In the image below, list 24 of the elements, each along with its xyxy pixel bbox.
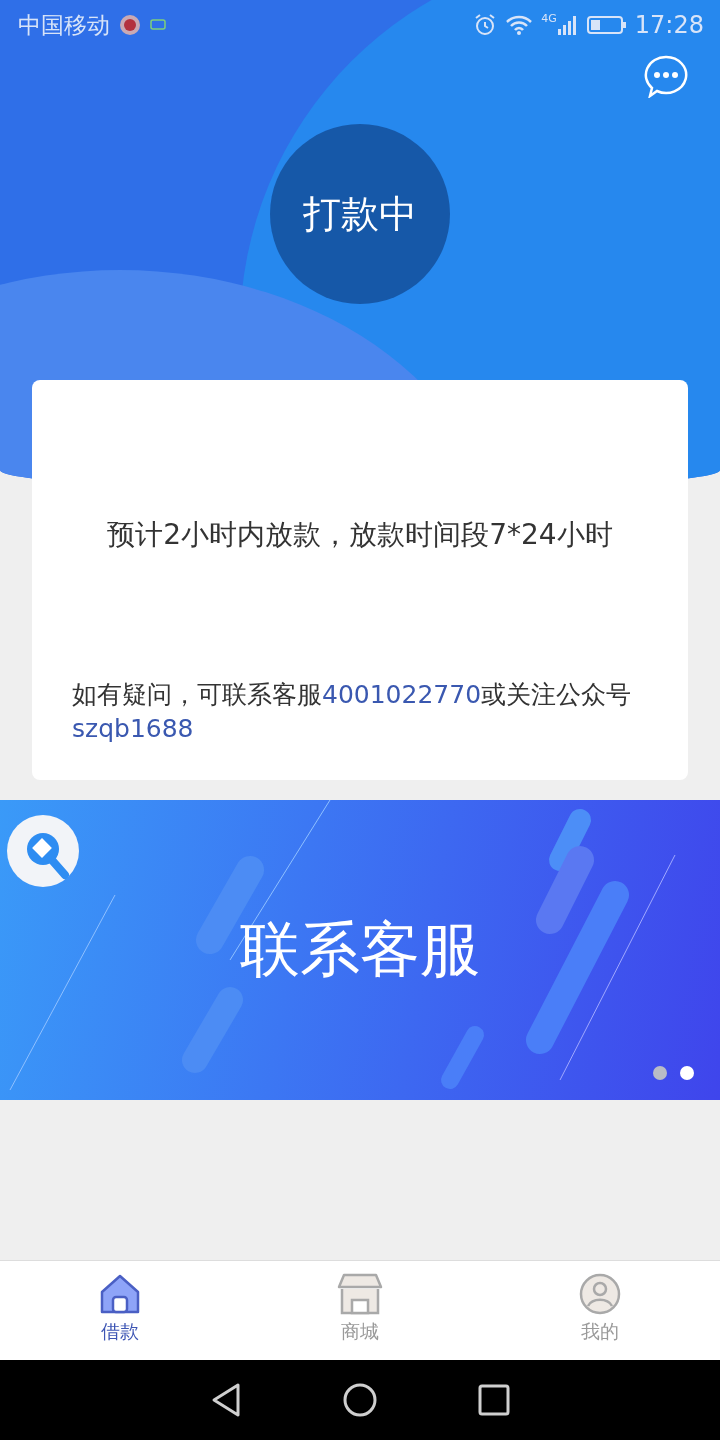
wifi-icon xyxy=(505,14,534,36)
house-icon xyxy=(99,1273,141,1315)
signal-icon xyxy=(556,14,579,36)
payout-message: 预计2小时内放款，放款时间段7*24小时 xyxy=(106,517,614,553)
home-button[interactable] xyxy=(342,1382,378,1418)
banner-title: 联系客服 xyxy=(240,912,480,986)
nav-tab[interactable]: 借款 xyxy=(0,1261,240,1360)
network-type: 4G xyxy=(541,12,557,25)
carousel-dot[interactable] xyxy=(680,1066,694,1080)
magnifier-logo-icon xyxy=(7,815,79,887)
carrier-name: 中国移动 xyxy=(18,10,110,40)
contact-link[interactable]: 4001022770 xyxy=(322,680,482,709)
recents-button[interactable] xyxy=(478,1384,510,1416)
clock-time: 17:28 xyxy=(634,11,704,39)
back-button[interactable] xyxy=(210,1382,242,1418)
badge-icon xyxy=(118,13,142,37)
contact-link[interactable]: szqb1688 xyxy=(72,714,194,743)
storefront-icon xyxy=(337,1273,383,1315)
carousel-dot[interactable] xyxy=(653,1066,667,1080)
battery-icon xyxy=(586,15,627,35)
chat-bubble-button[interactable] xyxy=(642,54,690,98)
banner[interactable]: 联系客服 xyxy=(0,800,720,1100)
contact-note: 如有疑问，可联系客服4001022770或关注公众号 szqb1688 xyxy=(72,679,633,745)
user-icon xyxy=(579,1273,621,1315)
